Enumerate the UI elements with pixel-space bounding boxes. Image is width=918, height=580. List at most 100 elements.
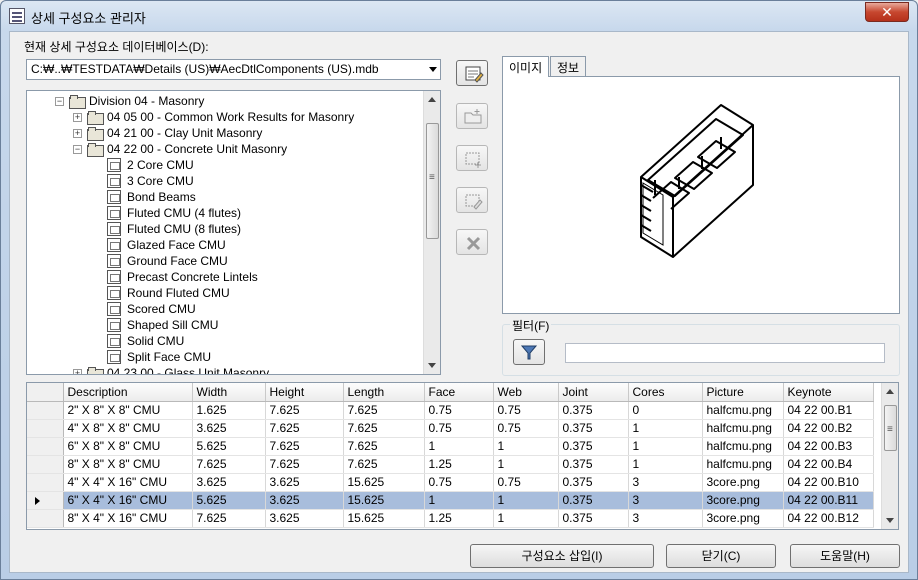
table-cell[interactable]: 4" X 4" X 16" CMU [63,473,193,492]
table-cell[interactable]: 04 22 00.B3 [783,437,874,456]
tree-component-item[interactable]: Ground Face CMU [27,253,423,269]
table-cell[interactable]: 0.375 [558,401,629,420]
table-cell[interactable]: 3core.png [702,509,784,528]
column-header[interactable]: Width [192,383,266,402]
help-button[interactable]: 도움말(H) [790,544,900,568]
table-row[interactable]: 8" X 4" X 16" CMU 7.625 3.625 15.625 1.25 1 0.… [27,509,874,528]
filter-button[interactable] [513,339,545,365]
database-combo[interactable]: C:₩..₩TESTDATA₩Details (US)₩AecDtlCompon… [26,59,441,80]
table-cell[interactable]: 1.25 [424,455,494,474]
table-cell[interactable]: 15.625 [343,473,425,492]
column-header[interactable]: Face [424,383,494,402]
row-header[interactable] [27,509,64,528]
table-cell[interactable]: 0.75 [493,419,559,438]
expand-icon[interactable]: + [73,129,82,138]
column-header[interactable]: Height [265,383,344,402]
table-cell[interactable]: 1 [493,455,559,474]
edit-component-button[interactable] [456,187,488,213]
table-cell[interactable]: 1 [493,437,559,456]
table-cell[interactable]: halfcmu.png [702,401,784,420]
column-header[interactable]: Joint [558,383,629,402]
tree-folder-item[interactable]: − Division 04 - Masonry [27,93,423,109]
table-cell[interactable]: 4" X 8" X 8" CMU [63,419,193,438]
collapse-icon[interactable]: − [55,97,64,106]
tab-image[interactable]: 이미지 [502,56,550,77]
table-cell[interactable]: 3.625 [265,509,344,528]
window-close-button[interactable]: ✕ [865,2,909,22]
close-button[interactable]: 닫기(C) [666,544,776,568]
scroll-up-icon[interactable] [428,97,436,102]
table-cell[interactable]: 3 [628,473,703,492]
scroll-down-icon[interactable] [886,518,894,523]
expand-icon[interactable]: + [73,369,82,374]
table-cell[interactable]: 04 22 00.B11 [783,491,874,510]
column-header[interactable]: Description [63,383,193,402]
table-cell[interactable]: 3.625 [265,473,344,492]
table-row[interactable]: 6" X 4" X 16" CMU 5.625 3.625 15.625 1 1 0.375… [27,491,874,510]
table-cell[interactable]: 0.375 [558,419,629,438]
table-cell[interactable]: 1.25 [424,509,494,528]
tree-component-item[interactable]: Bond Beams [27,189,423,205]
table-cell[interactable]: 3.625 [265,491,344,510]
table-cell[interactable]: 2" X 8" X 8" CMU [63,401,193,420]
table-cell[interactable]: 1 [424,437,494,456]
table-cell[interactable]: 5.625 [192,491,266,510]
table-cell[interactable]: 7.625 [265,437,344,456]
table-cell[interactable]: halfcmu.png [702,437,784,456]
tree-component-item[interactable]: Split Face CMU [27,349,423,365]
tree-scrollbar[interactable] [423,91,440,374]
column-header[interactable]: Cores [628,383,703,402]
table-cell[interactable]: 3core.png [702,491,784,510]
table-cell[interactable]: 0.375 [558,491,629,510]
table-row[interactable]: 4" X 4" X 16" CMU 3.625 3.625 15.625 0.75 0.7… [27,473,874,492]
table-cell[interactable]: halfcmu.png [702,419,784,438]
component-table[interactable]: Description Width Height Length Face Web Joint… [26,382,899,530]
row-header[interactable] [27,473,64,492]
tree-component-item[interactable]: 3 Core CMU [27,173,423,189]
component-tree[interactable]: − Division 04 - Masonry +04 05 00 - Common… [26,90,441,375]
row-header[interactable] [27,437,64,456]
table-cell[interactable]: 0.375 [558,509,629,528]
add-component-button[interactable] [456,145,488,171]
row-header[interactable] [27,491,64,510]
scroll-up-icon[interactable] [886,389,894,394]
table-cell[interactable]: 04 22 00.B10 [783,473,874,492]
table-cell[interactable]: 7.625 [192,509,266,528]
column-header[interactable]: Keynote [783,383,874,402]
tree-component-item[interactable]: Scored CMU [27,301,423,317]
table-cell[interactable]: 3core.png [702,473,784,492]
table-cell[interactable]: 3.625 [192,473,266,492]
table-row[interactable]: 6" X 8" X 8" CMU 5.625 7.625 7.625 1 1 0.375 1 h… [27,437,874,456]
table-cell[interactable]: 04 22 00.B1 [783,401,874,420]
table-row[interactable]: 8" X 8" X 8" CMU 7.625 7.625 7.625 1.25 1 0.37… [27,455,874,474]
table-cell[interactable]: 04 22 00.B4 [783,455,874,474]
tree-component-item[interactable]: Round Fluted CMU [27,285,423,301]
table-cell[interactable]: 0 [628,401,703,420]
table-cell[interactable]: 04 22 00.B2 [783,419,874,438]
table-cell[interactable]: 1 [628,419,703,438]
table-cell[interactable]: 7.625 [343,419,425,438]
table-cell[interactable]: 8" X 8" X 8" CMU [63,455,193,474]
table-cell[interactable]: 7.625 [343,437,425,456]
table-cell[interactable]: 7.625 [192,455,266,474]
table-cell[interactable]: 15.625 [343,491,425,510]
title-bar[interactable]: 상세 구성요소 관리자 ✕ [1,1,917,31]
table-cell[interactable]: 1 [628,455,703,474]
table-cell[interactable]: halfcmu.png [702,455,784,474]
insert-component-button[interactable]: 구성요소 삽입(I) [470,544,654,568]
tree-component-item[interactable]: Glazed Face CMU [27,237,423,253]
tree-component-item[interactable]: 2 Core CMU [27,157,423,173]
table-cell[interactable]: 3 [628,491,703,510]
table-scroll-thumb[interactable] [884,405,897,451]
table-cell[interactable]: 0.375 [558,473,629,492]
table-cell[interactable]: 1 [628,437,703,456]
table-row[interactable]: 4" X 8" X 8" CMU 3.625 7.625 7.625 0.75 0.75 0… [27,419,874,438]
table-cell[interactable]: 0.375 [558,437,629,456]
chevron-down-icon[interactable] [429,67,437,72]
table-cell[interactable]: 7.625 [265,401,344,420]
add-component-group-button[interactable] [456,103,488,129]
table-cell[interactable]: 6" X 4" X 16" CMU [63,491,193,510]
table-cell[interactable]: 0.75 [424,401,494,420]
tab-info[interactable]: 정보 [550,56,587,76]
edit-database-button[interactable] [456,60,488,86]
